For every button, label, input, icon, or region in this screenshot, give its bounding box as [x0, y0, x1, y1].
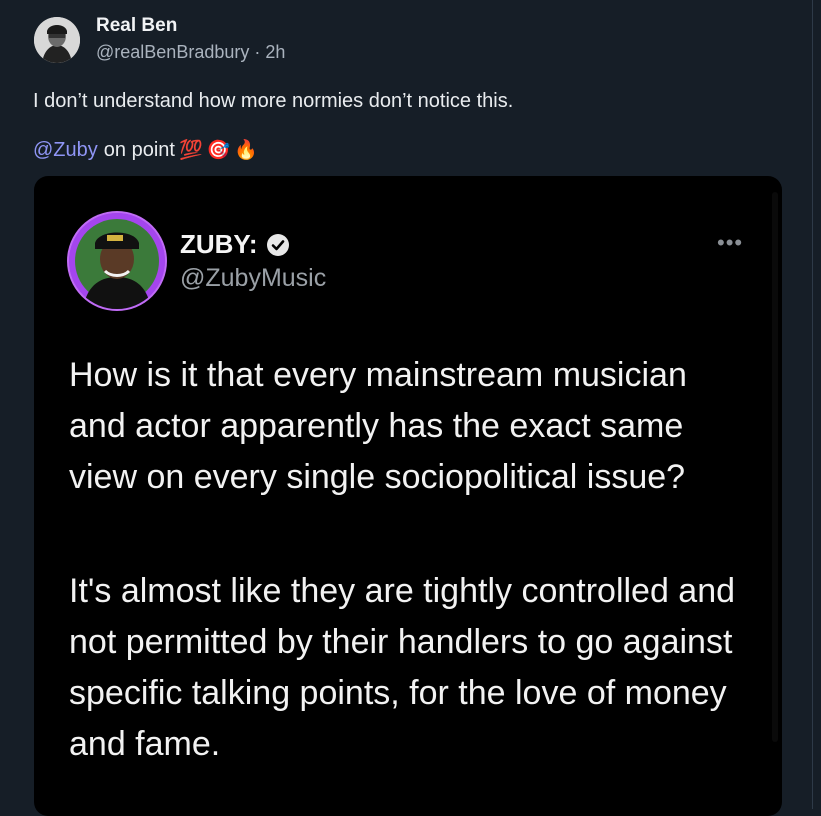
embed-name: ZUBY:: [180, 229, 290, 260]
avatar-image: [34, 17, 80, 63]
post-text-on-point: on point: [103, 138, 175, 161]
embed-handle: @ZubyMusic: [180, 264, 327, 292]
post-text-line1: I don’t understand how more normies don’…: [33, 90, 514, 112]
more-options-icon: •••: [717, 230, 744, 255]
meta-separator: ·: [254, 42, 261, 62]
embed-paragraph-2: It's almost like they are tightly contro…: [69, 572, 736, 763]
post-timestamp[interactable]: 2h: [265, 42, 285, 62]
embed-avatar: [69, 213, 165, 309]
right-edge: [813, 0, 821, 809]
post-text-line2: @Zuby on point 💯 🎯 🔥: [33, 138, 258, 162]
fire-emoji: 🔥: [234, 140, 258, 161]
target-emoji: 🎯: [206, 140, 231, 161]
embedded-tweet-image[interactable]: ZUBY: @ZubyMusic ••• How is it that ever…: [34, 176, 782, 816]
author-name[interactable]: Real Ben: [96, 15, 177, 37]
embed-scrollbar: [772, 192, 778, 742]
hundred-emoji: 💯: [178, 140, 203, 161]
embed-paragraph-1: How is it that every mainstream musician…: [69, 356, 687, 496]
author-meta: @realBenBradbury · 2h: [96, 42, 285, 63]
author-avatar[interactable]: [34, 17, 80, 63]
verified-badge-icon: [266, 233, 289, 256]
embed-avatar-image: [69, 213, 165, 309]
author-handle[interactable]: @realBenBradbury: [96, 42, 249, 62]
post-card: Real Ben @realBenBradbury · 2h I don’t u…: [0, 0, 813, 816]
embed-name-text: ZUBY:: [180, 229, 258, 259]
mention-link[interactable]: @Zuby: [33, 139, 98, 162]
